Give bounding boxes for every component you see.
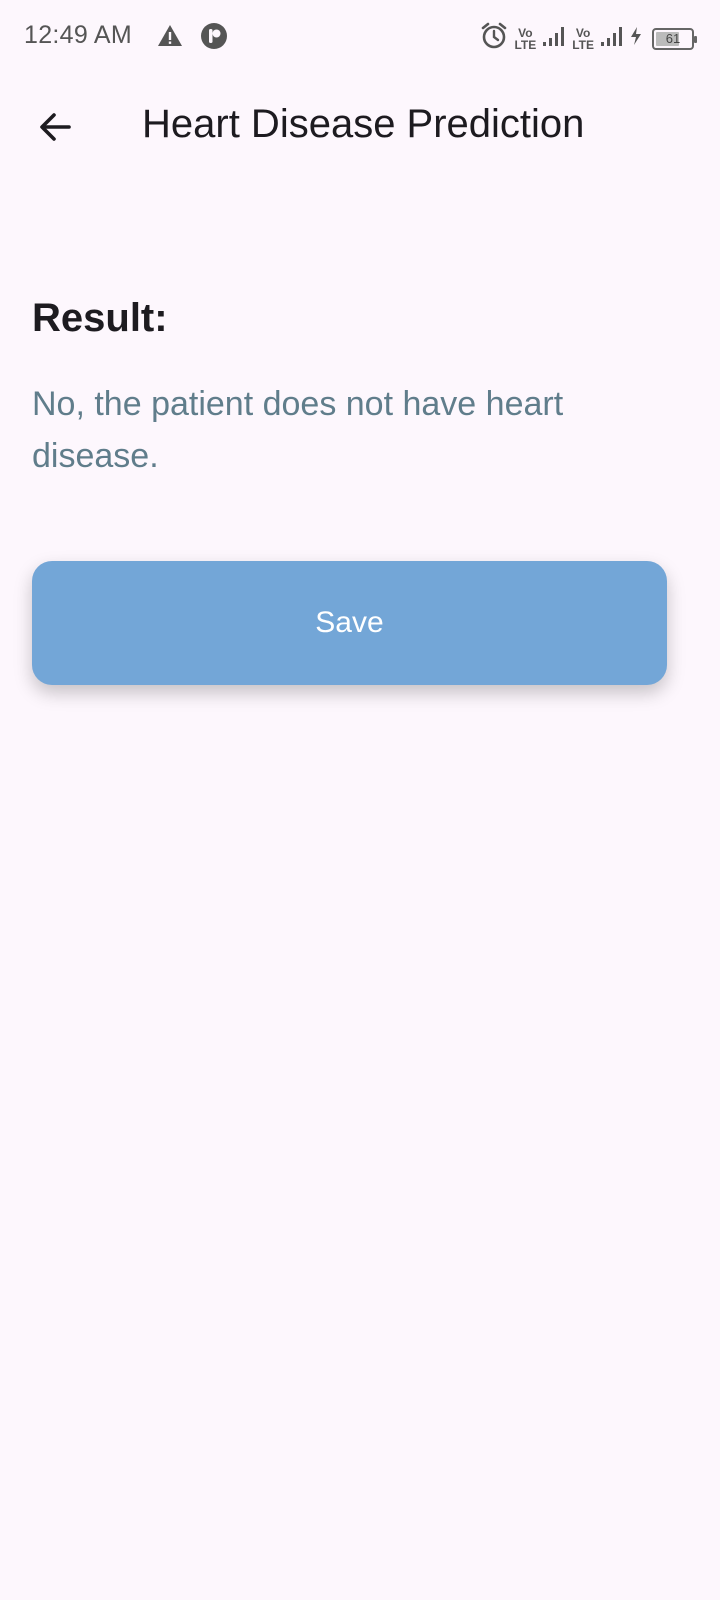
volte-top-label: Vo bbox=[518, 25, 533, 40]
volte-icon: Vo LTE bbox=[572, 27, 594, 51]
signal-icon bbox=[600, 25, 624, 52]
status-time: 12:49 AM bbox=[24, 21, 133, 49]
arrow-back-icon bbox=[40, 113, 71, 141]
volte-icon: Vo LTE bbox=[514, 27, 536, 51]
status-bar: 12:49 AM Vo LTE Vo LTE 61 bbox=[0, 0, 720, 74]
screen: 12:49 AM Vo LTE Vo LTE 61 Heart Disease … bbox=[0, 0, 720, 1600]
signal-icon bbox=[542, 25, 566, 52]
volte-bottom-label: LTE bbox=[572, 37, 594, 52]
alarm-icon bbox=[480, 22, 508, 55]
volte-bottom-label: LTE bbox=[514, 37, 537, 52]
status-right-icons: Vo LTE Vo LTE 61 bbox=[480, 22, 697, 55]
warning-icon bbox=[157, 24, 183, 53]
battery-icon: 61 bbox=[652, 27, 697, 50]
back-button[interactable] bbox=[26, 98, 84, 156]
charging-icon bbox=[630, 26, 642, 51]
status-left-icons bbox=[157, 22, 228, 55]
battery-level: 61 bbox=[665, 30, 681, 46]
result-label: Result: bbox=[32, 296, 168, 340]
save-button[interactable]: Save bbox=[32, 561, 667, 685]
volte-top-label: Vo bbox=[575, 25, 591, 40]
app-bar: Heart Disease Prediction bbox=[0, 74, 720, 178]
result-text: No, the patient does not have heart dise… bbox=[32, 385, 564, 475]
page-title: Heart Disease Prediction bbox=[142, 102, 585, 146]
app-notification-icon bbox=[200, 22, 228, 55]
